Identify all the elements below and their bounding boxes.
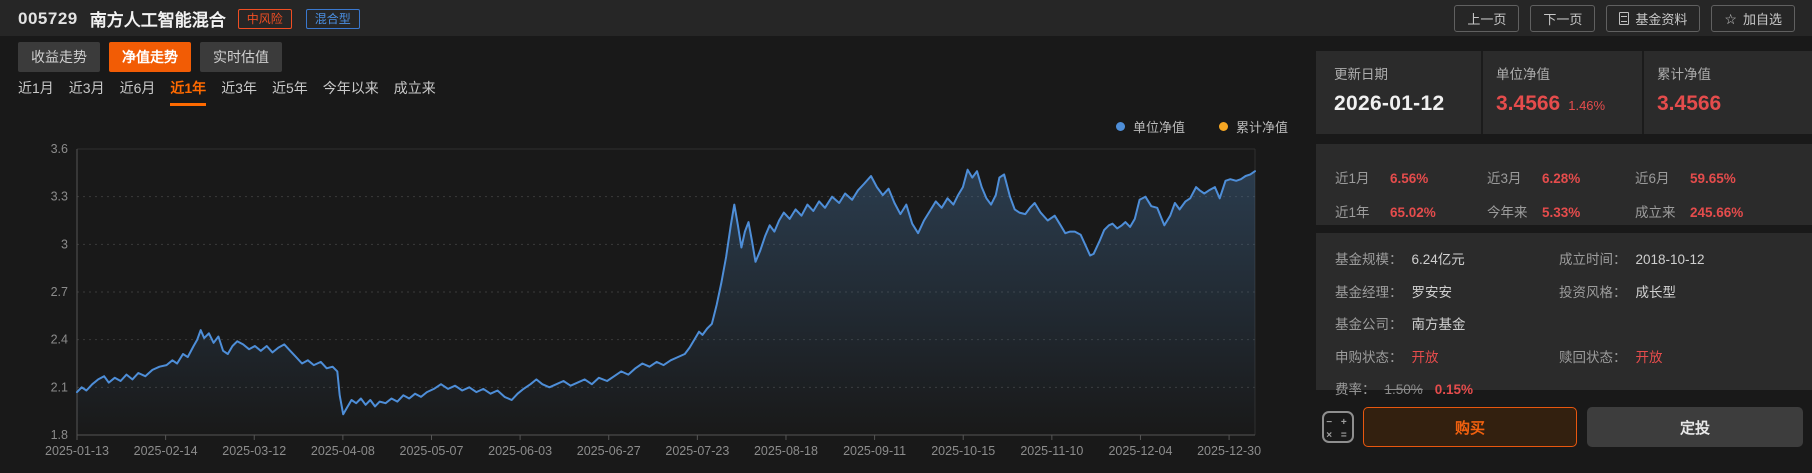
fund-type-badge: 混合型 [306,9,360,29]
svg-text:2025-01-13: 2025-01-13 [45,444,109,458]
fund-details-card: 基金规模：6.24亿元 成立时间：2018-10-12 基金经理：罗安安 投资风… [1316,233,1812,390]
performance-row: 近1月6.56% 近3月6.28% 近6月59.65% [1316,160,1812,194]
purchase-status-value: 开放 [1412,350,1439,365]
perf-cell: 今年来5.33% [1487,201,1635,222]
fund-scale: 基金规模：6.24亿元 [1335,248,1559,268]
performance-row: 近1年65.02% 今年来5.33% 成立来245.66% [1316,194,1812,228]
svg-text:2025-12-04: 2025-12-04 [1108,444,1172,458]
details-row: 费率：1.50%0.15% [1316,373,1812,403]
details-row: 基金公司：南方基金 [1316,308,1812,338]
founded-date: 成立时间：2018-10-12 [1559,248,1812,268]
perf-cell: 近3月6.28% [1487,167,1635,188]
details-row: 基金规模：6.24亿元 成立时间：2018-10-12 [1316,243,1812,273]
invest-style: 投资风格：成长型 [1559,281,1812,301]
svg-text:2.1: 2.1 [51,380,68,394]
unit-nav-value: 3.4566 [1496,92,1560,116]
fund-manager: 基金经理：罗安安 [1335,281,1559,301]
perf-cell: 近1月6.56% [1335,167,1487,188]
performance-card: 近1月6.56% 近3月6.28% 近6月59.65% 近1年65.02% 今年… [1316,144,1812,225]
fund-summary-panel: 更新日期 2026-01-12 单位净值 3.4566 1.46% 累计净值 3… [1316,0,1812,473]
period-3y[interactable]: 近3年 [221,78,257,104]
svg-text:1.8: 1.8 [51,428,68,442]
details-row: 申购状态：开放 赎回状态：开放 [1316,338,1812,373]
perf-cell: 近6月59.65% [1635,167,1812,188]
svg-text:2025-07-23: 2025-07-23 [665,444,729,458]
view-tabs: 收益走势 净值走势 实时估值 [18,42,282,72]
buy-button[interactable]: 购买 [1363,407,1577,447]
nav-summary-card: 更新日期 2026-01-12 单位净值 3.4566 1.46% 累计净值 3… [1316,51,1812,134]
svg-text:3.3: 3.3 [51,190,68,204]
unit-nav-label: 单位净值 [1496,63,1642,83]
acc-nav-value: 3.4566 [1657,92,1721,116]
auto-invest-button[interactable]: 定投 [1587,407,1803,447]
redeem-status-value: 开放 [1636,350,1663,365]
svg-text:2025-04-08: 2025-04-08 [311,444,375,458]
svg-text:3: 3 [61,237,68,251]
fund-title-group: 005729 南方人工智能混合 中风险 混合型 [18,6,360,31]
svg-text:2.7: 2.7 [51,285,68,299]
perf-cell: 近1年65.02% [1335,201,1487,222]
period-inception[interactable]: 成立来 [394,78,436,104]
tab-return-trend[interactable]: 收益走势 [18,42,100,72]
risk-level-badge: 中风险 [238,9,292,29]
svg-text:2025-09-11: 2025-09-11 [843,444,906,458]
period-1y[interactable]: 近1年 [170,78,206,104]
fund-code: 005729 [18,9,78,29]
unit-nav-change: 1.46% [1568,98,1605,113]
unit-nav-block: 单位净值 3.4566 1.46% [1481,51,1642,134]
svg-text:3.6: 3.6 [51,142,68,156]
svg-text:2025-11-10: 2025-11-10 [1020,444,1083,458]
svg-text:2025-08-18: 2025-08-18 [754,444,818,458]
period-3m[interactable]: 近3月 [69,78,105,104]
update-date-label: 更新日期 [1334,63,1481,83]
fee-old-value: 1.50% [1385,382,1423,397]
svg-text:2025-05-07: 2025-05-07 [400,444,464,458]
period-5y[interactable]: 近5年 [272,78,308,104]
period-selector: 近1月 近3月 近6月 近1年 近3年 近5年 今年以来 成立来 [18,78,436,104]
perf-cell: 成立来245.66% [1635,201,1812,222]
nav-line-chart[interactable]: 3.6 3.3 3 2.7 2.4 2.1 1.8 2025-01-13 2025-02-14 2… [0,105,1320,473]
svg-text:2025-12-30: 2025-12-30 [1197,444,1261,458]
fund-company: 基金公司：南方基金 [1335,313,1559,333]
acc-nav-block: 累计净值 3.4566 [1642,51,1812,134]
svg-text:2025-10-15: 2025-10-15 [931,444,995,458]
svg-text:2.4: 2.4 [51,333,68,347]
fee-new-value: 0.15% [1435,382,1473,397]
redeem-status: 赎回状态：开放 [1559,346,1812,366]
fund-name: 南方人工智能混合 [90,6,226,31]
details-row: 基金经理：罗安安 投资风格：成长型 [1316,273,1812,308]
svg-text:2025-06-27: 2025-06-27 [577,444,641,458]
period-ytd[interactable]: 今年以来 [323,78,379,104]
acc-nav-label: 累计净值 [1657,63,1812,83]
purchase-status: 申购状态：开放 [1335,346,1559,366]
tab-realtime-estimate[interactable]: 实时估值 [200,42,282,72]
update-date-block: 更新日期 2026-01-12 [1316,51,1481,134]
svg-text:2025-02-14: 2025-02-14 [134,444,198,458]
svg-text:2025-03-12: 2025-03-12 [222,444,286,458]
update-date-value: 2026-01-12 [1334,92,1444,116]
svg-text:2025-06-03: 2025-06-03 [488,444,552,458]
period-6m[interactable]: 近6月 [120,78,156,104]
calculator-icon[interactable]: − +× = [1322,411,1354,443]
period-1m[interactable]: 近1月 [18,78,54,104]
tab-nav-trend[interactable]: 净值走势 [109,42,191,72]
fee-rate: 费率：1.50%0.15% [1335,378,1559,398]
